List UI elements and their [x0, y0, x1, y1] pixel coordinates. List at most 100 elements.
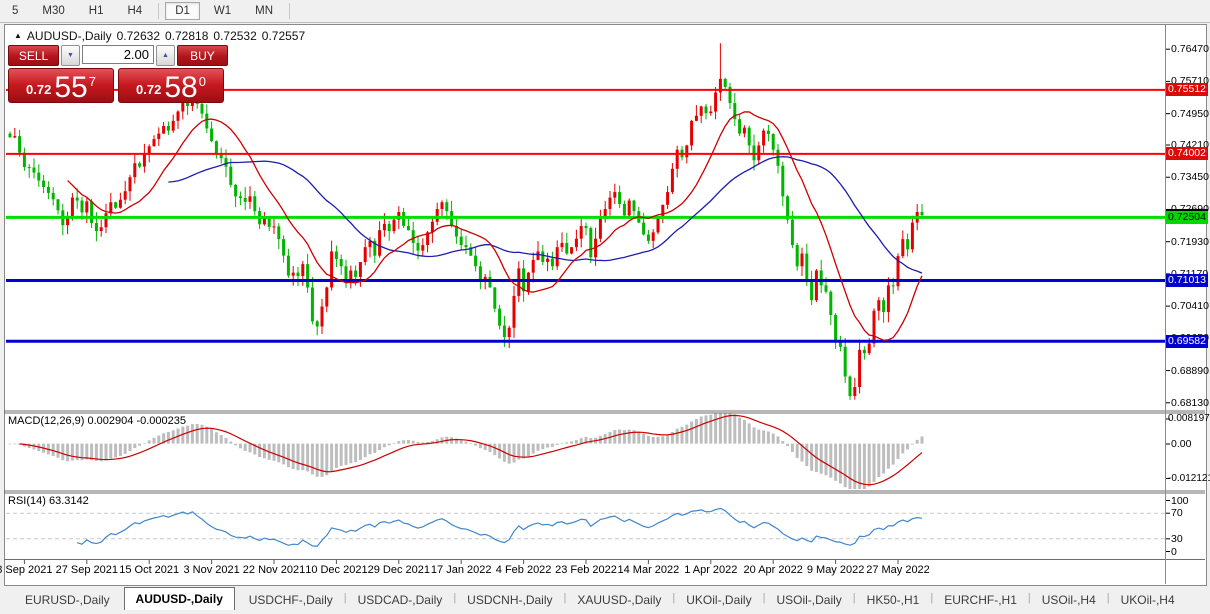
candle — [781, 165, 785, 197]
chart-tab-EURCHF-H1[interactable]: EURCHF-,H1 — [933, 590, 1028, 610]
macd-histogram-bar — [248, 443, 252, 453]
macd-histogram-bar — [70, 443, 74, 461]
candle — [334, 251, 338, 260]
macd-histogram-bar — [882, 443, 886, 474]
macd-histogram-bar — [142, 443, 146, 444]
macd-histogram-bar — [781, 440, 785, 444]
candle — [608, 197, 612, 210]
candle — [80, 200, 84, 213]
candle — [824, 285, 828, 292]
macd-histogram-bar — [315, 443, 319, 477]
candle — [541, 251, 545, 263]
candle — [483, 276, 487, 279]
macd-histogram-bar — [411, 440, 415, 444]
chart-tab-USDCAD-Daily[interactable]: USDCAD-,Daily — [347, 590, 454, 610]
collapse-icon[interactable]: ▲ — [14, 31, 22, 40]
macd-histogram-bar — [90, 443, 94, 461]
candle — [205, 113, 209, 129]
macd-histogram-bar — [243, 443, 247, 451]
macd-histogram-bar — [200, 424, 204, 444]
macd-histogram-bar — [550, 443, 554, 447]
candle — [531, 259, 535, 273]
macd-histogram-bar — [334, 443, 338, 469]
macd-histogram-bar — [397, 441, 401, 444]
candle — [661, 204, 665, 218]
candle — [858, 349, 862, 388]
macd-histogram-bar — [118, 443, 122, 456]
candle — [277, 226, 281, 240]
macd-histogram-bar — [570, 441, 574, 444]
candle — [690, 120, 694, 146]
chart-tab-UKOil-Daily[interactable]: UKOil-,Daily — [675, 590, 762, 610]
candle — [306, 264, 310, 288]
macd-histogram-bar — [186, 425, 190, 444]
chart-tab-USOil-Daily[interactable]: USOil-,Daily — [765, 590, 852, 610]
macd-histogram-bar — [560, 443, 564, 444]
macd-histogram-bar — [373, 443, 377, 453]
candle — [286, 255, 290, 276]
candle — [843, 346, 847, 377]
macd-histogram-bar — [714, 413, 718, 444]
macd-histogram-bar — [738, 417, 742, 444]
candle — [42, 180, 46, 187]
sell-price-display[interactable]: 0.72 55 7 — [8, 68, 114, 103]
candle — [517, 268, 521, 296]
volume-increase-button[interactable]: ▲ — [156, 45, 175, 66]
candle — [8, 133, 12, 138]
candle — [109, 202, 113, 214]
candle — [402, 212, 406, 226]
candle — [234, 184, 238, 197]
macd-histogram-bar — [85, 443, 89, 460]
chart-tab-UKOil-H4[interactable]: UKOil-,H4 — [1110, 590, 1186, 610]
macd-histogram-bar — [651, 437, 655, 444]
macd-histogram-bar — [661, 436, 665, 444]
macd-histogram-bar — [66, 443, 70, 462]
volume-decrease-button[interactable]: ▼ — [61, 45, 80, 66]
macd-histogram-bar — [171, 430, 175, 444]
macd-histogram-bar — [848, 443, 852, 489]
chart-tab-AUDUSD-Daily[interactable]: AUDUSD-,Daily — [123, 587, 235, 610]
date-tick-label: 4 Feb 2022 — [495, 564, 552, 576]
chart-tab-USDCNH-Daily[interactable]: USDCNH-,Daily — [456, 590, 563, 610]
candle — [666, 192, 670, 205]
candle — [272, 226, 276, 228]
candle — [723, 78, 727, 87]
candle — [430, 221, 434, 233]
macd-histogram-bar — [296, 443, 300, 471]
macd-histogram-bar — [920, 436, 924, 444]
date-tick-label: 23 Feb 2022 — [555, 564, 617, 576]
buy-price-display[interactable]: 0.72 58 0 — [118, 68, 224, 103]
chart-tab-USOil-H4[interactable]: USOil-,H4 — [1031, 590, 1107, 610]
macd-histogram-bar — [824, 443, 828, 476]
date-tick-label: 15 Oct 2021 — [119, 564, 180, 576]
macd-histogram-bar — [488, 443, 492, 453]
macd-histogram-bar — [195, 423, 199, 444]
macd-histogram-bar — [272, 443, 276, 461]
price-tick-label: 0.71930 — [1171, 235, 1209, 248]
chart-tab-HK50-H1[interactable]: HK50-,H1 — [856, 590, 931, 610]
candle — [56, 199, 60, 211]
macd-histogram-bar — [675, 428, 679, 444]
candle — [114, 202, 118, 208]
macd-histogram-bar — [493, 443, 497, 456]
candle — [853, 387, 857, 397]
macd-histogram-bar — [526, 443, 530, 457]
price-tick-label: 0.68130 — [1171, 396, 1209, 409]
macd-histogram-bar — [138, 443, 142, 446]
date-tick-label: 9 May 2022 — [806, 564, 865, 576]
candle — [646, 234, 650, 241]
volume-input[interactable] — [82, 45, 154, 64]
candle — [632, 200, 636, 212]
candle — [435, 209, 439, 222]
buy-price-prefix: 0.72 — [136, 82, 162, 97]
price-level-badge: 0.71013 — [1166, 274, 1208, 288]
ohlc-open: 0.72632 — [116, 29, 160, 43]
sell-button[interactable]: SELL — [8, 45, 60, 66]
chart-tab-USDCHF-Daily[interactable]: USDCHF-,Daily — [238, 590, 344, 610]
macd-histogram-bar — [406, 440, 410, 444]
buy-button[interactable]: BUY — [176, 45, 228, 66]
macd-histogram-bar — [402, 440, 406, 444]
chart-tab-EURUSD-Daily[interactable]: EURUSD-,Daily — [14, 590, 121, 610]
macd-histogram-bar — [666, 434, 670, 444]
chart-tab-XAUUSD-Daily[interactable]: XAUUSD-,Daily — [566, 590, 672, 610]
